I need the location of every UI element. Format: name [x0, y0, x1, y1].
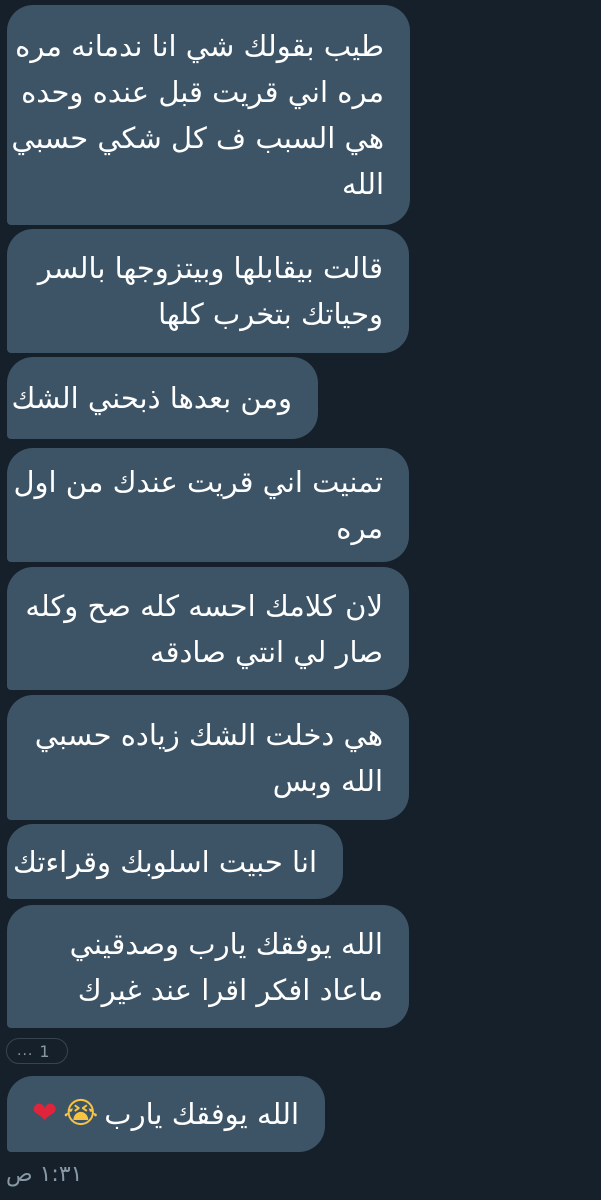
message-bubble[interactable]: قالت بيقابلها وبيتزوجها بالسر وحياتك بتخ…	[7, 229, 409, 353]
message-line: مره اني قريت قبل عنده وحده	[21, 75, 384, 109]
reply-bubble[interactable]: الله يوفقك يارب 😭 ❤	[7, 1076, 325, 1152]
message-line: ماعاد افكر اقرا عند غيرك	[77, 972, 383, 1007]
message-line: الله يوفقك يارب وصدقيني	[69, 926, 383, 961]
message-line: الله وبس	[272, 763, 383, 798]
message-line: تمنيت اني قريت عندك من اول	[13, 465, 383, 499]
message-bubble[interactable]: تمنيت اني قريت عندك من اول مره	[7, 448, 409, 562]
message-bubble[interactable]: ومن بعدها ذبحني الشك	[7, 357, 318, 439]
message-line: ومن بعدها ذبحني الشك	[11, 381, 292, 415]
message-bubble[interactable]: لان كلامك احسه كله صح وكله صار لي انتي ص…	[7, 567, 409, 690]
reply-line: الله يوفقك يارب 😭 ❤	[32, 1091, 299, 1137]
reply-text: الله يوفقك يارب	[104, 1097, 299, 1131]
heart-icon: ❤	[32, 1096, 58, 1131]
reaction-pill[interactable]: ... 1	[6, 1038, 68, 1064]
message-bubble[interactable]: هي دخلت الشك زياده حسبي الله وبس	[7, 695, 409, 820]
crying-face-icon: 😭	[63, 1096, 99, 1131]
message-line: هي دخلت الشك زياده حسبي	[34, 717, 383, 752]
reaction-count: 1	[39, 1041, 50, 1061]
message-bubble[interactable]: الله يوفقك يارب وصدقيني ماعاد افكر اقرا …	[7, 905, 409, 1028]
message-line: الله	[341, 167, 384, 201]
message-line: وحياتك بتخرب كلها	[158, 297, 383, 331]
reaction-more: ...	[17, 1043, 34, 1059]
message-bubble[interactable]: انا حبيت اسلوبك وقراءتك	[7, 824, 343, 899]
message-line: صار لي انتي صادقه	[150, 634, 383, 669]
message-line: قالت بيقابلها وبيتزوجها بالسر	[37, 251, 383, 285]
message-line: لان كلامك احسه كله صح وكله	[25, 588, 383, 623]
message-line: هي السبب ف كل شكي حسبي	[11, 121, 384, 155]
message-line: مره	[336, 511, 383, 545]
chat-thread: طيب بقولك شي انا ندمانه مره مره اني قريت…	[0, 0, 601, 1200]
message-bubble[interactable]: طيب بقولك شي انا ندمانه مره مره اني قريت…	[7, 5, 410, 225]
message-line: انا حبيت اسلوبك وقراءتك	[12, 844, 317, 879]
message-line: طيب بقولك شي انا ندمانه مره	[15, 29, 384, 63]
message-timestamp: ١:٣١ ص	[6, 1162, 83, 1187]
